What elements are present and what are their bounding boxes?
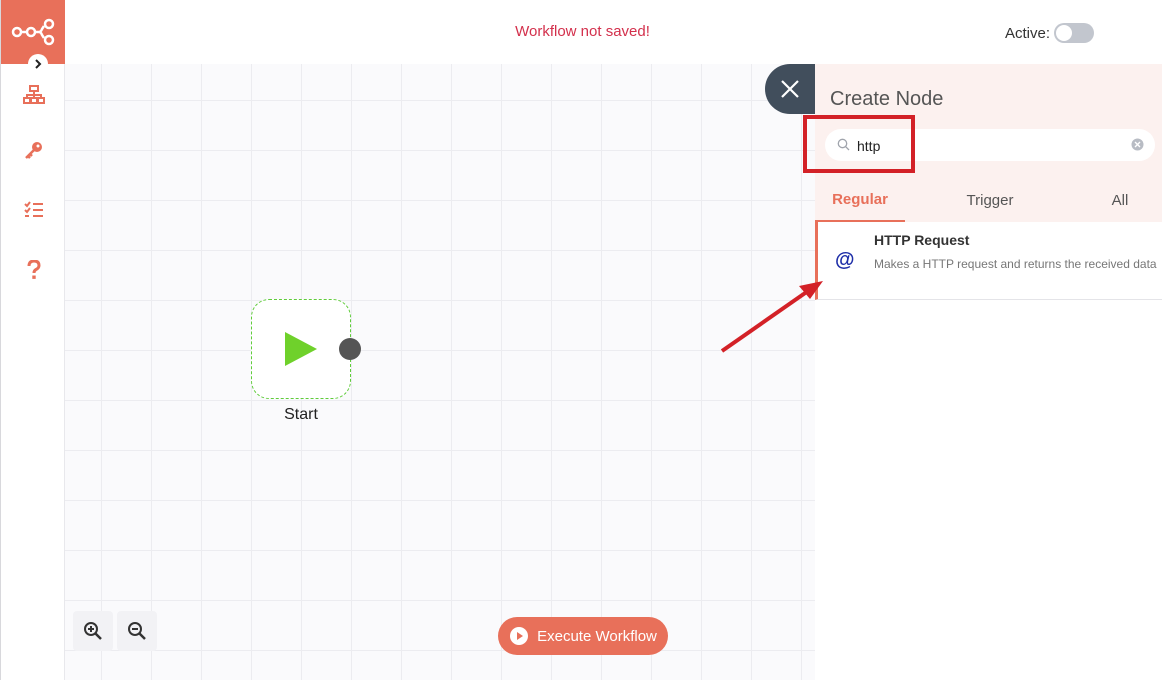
node-output-handle[interactable] xyxy=(339,338,361,360)
search-icon xyxy=(837,138,850,151)
play-icon xyxy=(285,332,317,366)
sidebar-item-help[interactable] xyxy=(21,257,47,283)
tab-regular[interactable]: Regular xyxy=(815,178,905,222)
sidebar-item-credentials[interactable] xyxy=(21,137,47,163)
chevron-right-icon xyxy=(35,59,42,69)
start-node-label: Start xyxy=(284,406,318,423)
checklist-icon xyxy=(24,201,43,217)
node-result-http-request[interactable]: @ HTTP Request Makes a HTTP request and … xyxy=(815,222,1162,300)
close-icon xyxy=(781,80,799,98)
help-icon xyxy=(27,260,41,279)
at-sign-icon: @ xyxy=(835,249,855,271)
node-result-title: HTTP Request xyxy=(874,232,970,248)
app: Workflow not saved! Active: Start Execut… xyxy=(0,0,1162,680)
active-label: Active: xyxy=(1005,24,1051,42)
active-toggle[interactable] xyxy=(1054,23,1095,43)
create-node-panel: Create Node Regular Trigger All @ HT xyxy=(815,64,1162,680)
panel-header: Create Node Regular Trigger All xyxy=(815,64,1162,222)
node-search-input[interactable] xyxy=(855,133,1129,159)
save-status: Workflow not saved! xyxy=(515,23,650,40)
zoom-out-icon xyxy=(128,622,146,640)
tab-trigger[interactable]: Trigger xyxy=(945,178,1035,222)
panel-title: Create Node xyxy=(830,88,944,110)
key-icon xyxy=(25,142,42,159)
toggle-knob xyxy=(1056,25,1073,41)
header: Workflow not saved! Active: xyxy=(65,0,1162,64)
node-result-description: Makes a HTTP request and returns the rec… xyxy=(874,257,1157,271)
sidebar-item-workflows[interactable] xyxy=(21,82,47,108)
node-search-box xyxy=(825,129,1155,161)
zoom-in-button[interactable] xyxy=(73,611,113,651)
clear-search-icon[interactable] xyxy=(1131,138,1144,151)
sidebar-item-executions[interactable] xyxy=(21,197,47,223)
close-panel-button[interactable] xyxy=(765,64,815,114)
active-control: Active: xyxy=(1005,22,1095,44)
zoom-out-button[interactable] xyxy=(117,611,157,651)
start-node[interactable] xyxy=(251,299,351,399)
execute-workflow-label: Execute Workflow xyxy=(537,627,657,645)
network-icon xyxy=(23,85,45,104)
execute-workflow-button[interactable]: Execute Workflow xyxy=(498,617,668,655)
tab-all[interactable]: All xyxy=(1085,178,1155,222)
sidebar xyxy=(0,0,66,680)
zoom-in-icon xyxy=(84,622,102,640)
expand-sidebar-button[interactable] xyxy=(28,54,48,74)
workflow-canvas[interactable]: Start Execute Workflow xyxy=(65,64,815,680)
play-circle-icon xyxy=(510,627,529,645)
node-type-tabs: Regular Trigger All xyxy=(815,178,1162,222)
